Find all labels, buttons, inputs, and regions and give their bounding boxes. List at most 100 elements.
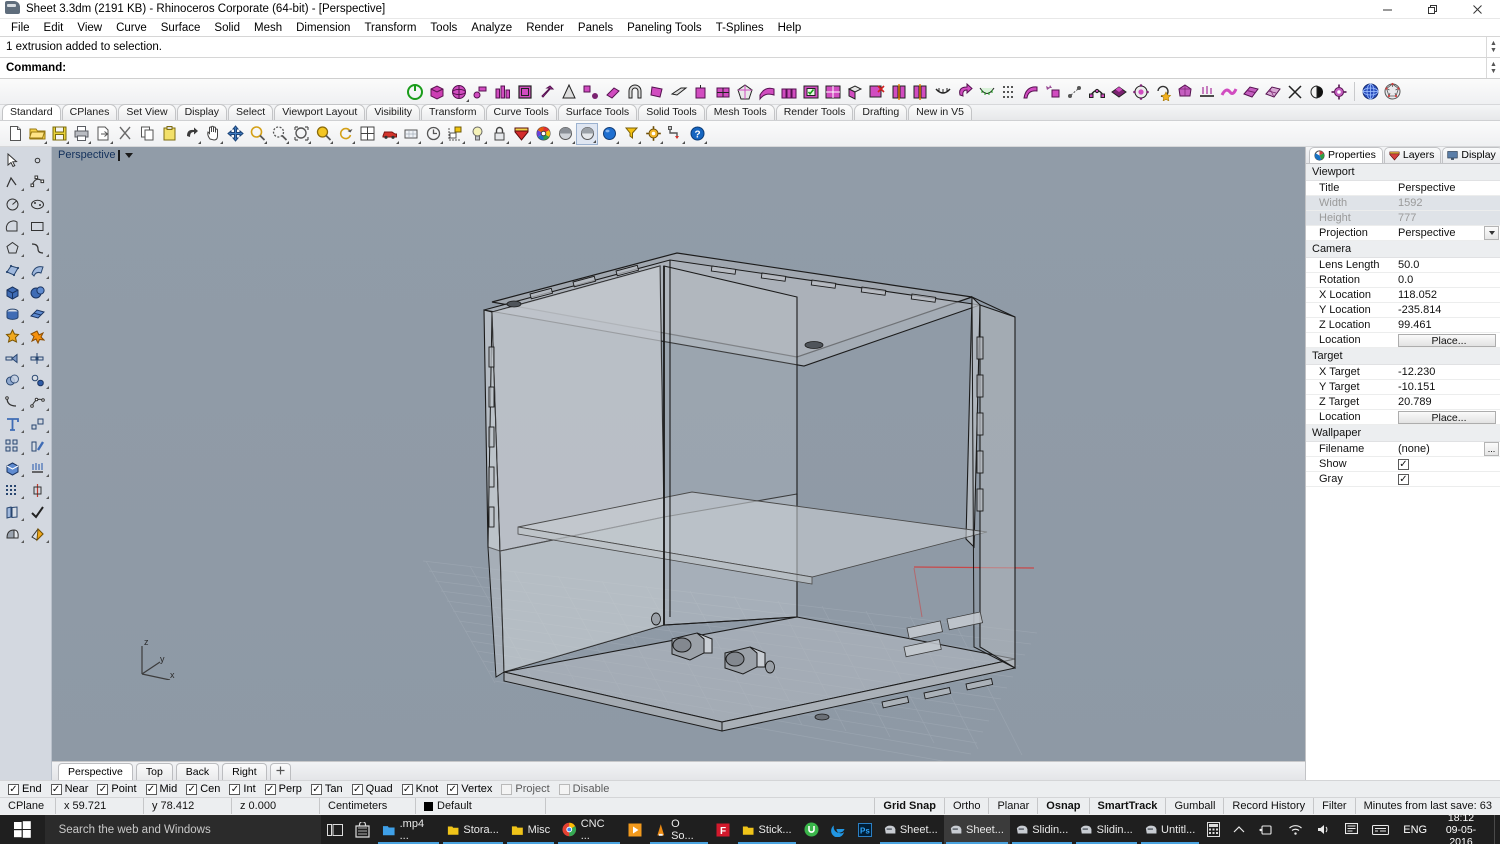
toolbar-tab-standard[interactable]: Standard <box>2 104 61 120</box>
solid-box-icon[interactable] <box>0 281 25 303</box>
taskbar-app-stickers[interactable]: Stick... <box>736 815 797 844</box>
property-row-y-location[interactable]: Y Location -235.814 <box>1306 303 1500 318</box>
tspline-power-icon[interactable] <box>404 81 426 103</box>
tspline-options-gear-icon[interactable] <box>1328 81 1350 103</box>
property-value-x-location[interactable]: 118.052 <box>1394 289 1500 301</box>
volume-icon[interactable] <box>1310 823 1338 836</box>
mirror-icon[interactable] <box>0 347 25 369</box>
surface-analysis-icon[interactable] <box>0 523 25 545</box>
toolbar-tab-viewport-layout[interactable]: Viewport Layout <box>274 104 366 120</box>
toolbar-tab-transform[interactable]: Transform <box>421 104 485 120</box>
extrude-curve-icon[interactable] <box>25 435 50 457</box>
taskbar-clock[interactable]: 18:12 09-05-2016 <box>1434 812 1494 844</box>
menu-item-transform[interactable]: Transform <box>357 21 423 35</box>
show-desktop-button[interactable] <box>1493 815 1500 844</box>
taskbar-app-misc[interactable]: Misc <box>505 815 556 844</box>
tspline-box-icon[interactable] <box>426 81 448 103</box>
property-value-filename[interactable]: (none) <box>1394 443 1484 455</box>
viewport-title[interactable]: Perspective <box>58 149 134 161</box>
taskbar-app-sliding1[interactable]: Slidin... <box>1010 815 1074 844</box>
store-icon[interactable] <box>349 815 376 844</box>
boolean-icon[interactable] <box>0 325 25 347</box>
ghosted-view-icon[interactable] <box>598 123 620 145</box>
control-point-curve-icon[interactable] <box>25 171 50 193</box>
property-row-z-target[interactable]: Z Target 20.789 <box>1306 395 1500 410</box>
status-toggle-smarttrack[interactable]: SmartTrack <box>1090 798 1167 814</box>
status-toggle-filter[interactable]: Filter <box>1314 798 1356 814</box>
text-icon[interactable] <box>0 413 25 435</box>
pan-hand-icon[interactable] <box>202 123 224 145</box>
print-icon[interactable] <box>70 123 92 145</box>
status-layer[interactable]: Default <box>416 798 546 814</box>
help-icon[interactable]: ? <box>686 123 708 145</box>
property-row-gray[interactable]: Gray <box>1306 472 1500 487</box>
taskbar-app-storage[interactable]: Stora... <box>441 815 505 844</box>
toolbar-tab-set-view[interactable]: Set View <box>118 104 176 120</box>
options-gear-icon[interactable] <box>642 123 664 145</box>
status-toggle-ortho[interactable]: Ortho <box>945 798 990 814</box>
command-line[interactable]: Command: ▲ ▼ <box>0 58 1500 79</box>
menu-item-analyze[interactable]: Analyze <box>464 21 519 35</box>
tspline-shade-icon[interactable] <box>1306 81 1328 103</box>
edge-icon[interactable] <box>825 815 852 844</box>
block-edit-icon[interactable] <box>444 123 466 145</box>
polygon-icon[interactable] <box>0 237 25 259</box>
tspline-sphere-icon[interactable] <box>448 81 470 103</box>
property-row-title[interactable]: Title Perspective <box>1306 181 1500 196</box>
tspline-star-icon[interactable] <box>1152 81 1174 103</box>
panel-tab-display[interactable]: Display <box>1442 147 1500 163</box>
tspline-check-panel-icon[interactable] <box>800 81 822 103</box>
command-line-scroll[interactable]: ▲ ▼ <box>1486 58 1500 78</box>
tspline-curve-surface-icon[interactable] <box>1020 81 1042 103</box>
shaded-view-icon[interactable] <box>554 123 576 145</box>
restore-button[interactable] <box>1410 0 1455 19</box>
color-wheel-icon[interactable] <box>532 123 554 145</box>
toolbar-tab-curve-tools[interactable]: Curve Tools <box>485 104 557 120</box>
arc-icon[interactable] <box>0 215 25 237</box>
tspline-checker-icon[interactable] <box>1108 81 1130 103</box>
property-value-lens-length[interactable]: 50.0 <box>1394 259 1500 271</box>
status-toggle-record-history[interactable]: Record History <box>1224 798 1315 814</box>
tspline-ribbon-icon[interactable] <box>1218 81 1240 103</box>
menu-item-dimension[interactable]: Dimension <box>289 21 357 35</box>
keyboard-icon[interactable] <box>1365 824 1396 836</box>
tspline-pipe-icon[interactable] <box>470 81 492 103</box>
tspline-polyhedron-icon[interactable] <box>1174 81 1196 103</box>
tspline-bend-icon[interactable] <box>602 81 624 103</box>
tspline-arch-icon[interactable] <box>624 81 646 103</box>
cap-solid-icon[interactable] <box>0 457 25 479</box>
osnap-mid-checkbox[interactable] <box>145 783 157 795</box>
wallpaper-browse-button[interactable]: ... <box>1484 442 1499 456</box>
rectangle-icon[interactable] <box>25 215 50 237</box>
panel-tab-properties[interactable]: Properties <box>1309 147 1383 163</box>
taskbar-app-cnc[interactable]: CNC ... <box>556 815 621 844</box>
tspline-crease-icon[interactable] <box>976 81 998 103</box>
property-row-target-location[interactable]: Location Place... <box>1306 410 1500 425</box>
tspline-symmetry-icon[interactable] <box>932 81 954 103</box>
tspline-split-icon[interactable] <box>888 81 910 103</box>
close-button[interactable] <box>1455 0 1500 19</box>
tspline-extrude-icon[interactable] <box>690 81 712 103</box>
tspline-plane-icon[interactable] <box>668 81 690 103</box>
tspline-cylinder-array-icon[interactable] <box>492 81 514 103</box>
osnap-project-checkbox[interactable] <box>501 783 513 795</box>
viewport-layout-icon[interactable] <box>356 123 378 145</box>
tspline-shell-icon[interactable] <box>844 81 866 103</box>
tspline-delete-face-icon[interactable] <box>866 81 888 103</box>
menu-item-curve[interactable]: Curve <box>109 21 154 35</box>
new-file-icon[interactable] <box>4 123 26 145</box>
tspline-quad-grid-icon[interactable] <box>822 81 844 103</box>
array-icon[interactable] <box>25 347 50 369</box>
zoom-extents-icon[interactable] <box>268 123 290 145</box>
action-center-icon[interactable] <box>1338 823 1365 836</box>
circle-icon[interactable] <box>0 193 25 215</box>
calculator-icon[interactable] <box>1201 815 1226 844</box>
tspline-bridge-icon[interactable] <box>1086 81 1108 103</box>
toolbar-tab-drafting[interactable]: Drafting <box>854 104 908 120</box>
curve-edit-points-icon[interactable] <box>25 391 50 413</box>
osnap-cen-checkbox[interactable] <box>186 783 198 795</box>
taskbar-app-sheet1[interactable]: Sheet... <box>878 815 944 844</box>
lock-icon[interactable] <box>488 123 510 145</box>
tspline-move-point-icon[interactable] <box>580 81 602 103</box>
menu-item-edit[interactable]: Edit <box>37 21 71 35</box>
